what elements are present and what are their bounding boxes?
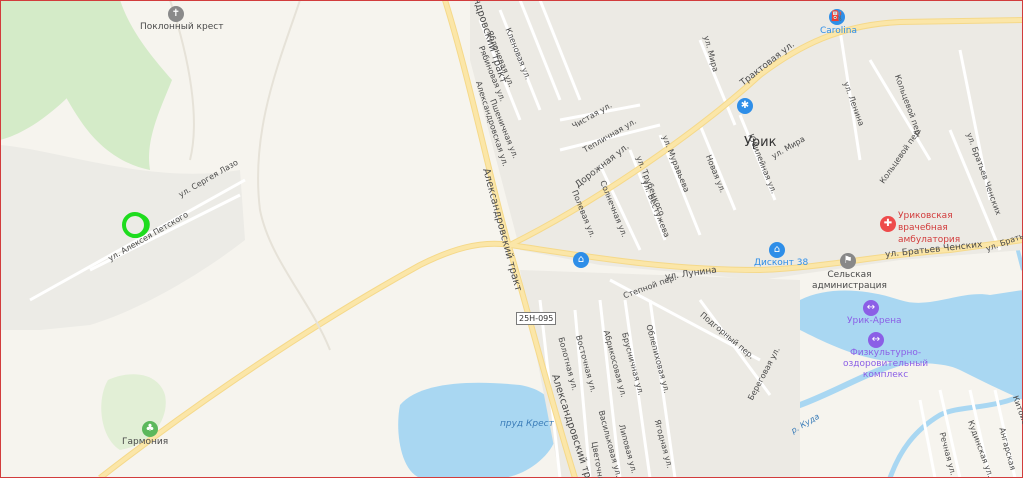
basket-icon[interactable]: ⌂ (769, 242, 785, 258)
place-label: Поклонный крест (140, 22, 224, 32)
sport-icon[interactable]: ↔ (868, 332, 884, 348)
pond (398, 382, 558, 478)
park-icon[interactable]: ♣ (142, 421, 158, 437)
place-label: Урик-Арена (847, 316, 902, 326)
place-label: Гармония (122, 437, 169, 447)
place-label: Уриковская врачебная амбулатория (898, 211, 961, 245)
road (257, 0, 331, 351)
paw-icon[interactable]: ✱ (737, 98, 753, 114)
place-label: Carolina (820, 26, 858, 36)
river-area (800, 290, 1023, 400)
road-number-badge: 25Н-095 (516, 312, 557, 325)
fuel-icon[interactable]: ⛽ (829, 9, 845, 25)
map-viewport[interactable]: ✝ Поклонный крест ♣ Гармония ⛽ Carolina … (0, 0, 1023, 478)
place-label: Дисконт 38 (754, 258, 809, 268)
cross-icon[interactable]: ✝ (168, 6, 184, 22)
basket-icon[interactable]: ⌂ (573, 252, 589, 268)
place-label: пруд Крест (500, 419, 554, 429)
place-label: Физкультурно- оздоровительный комплекс (843, 348, 929, 380)
map-canvas[interactable] (0, 0, 1023, 478)
flag-icon[interactable]: ⚑ (840, 253, 856, 269)
hospital-icon[interactable]: ✚ (880, 216, 896, 232)
place-label: Сельская администрация (812, 270, 887, 291)
sport-icon[interactable]: ↔ (863, 300, 879, 316)
